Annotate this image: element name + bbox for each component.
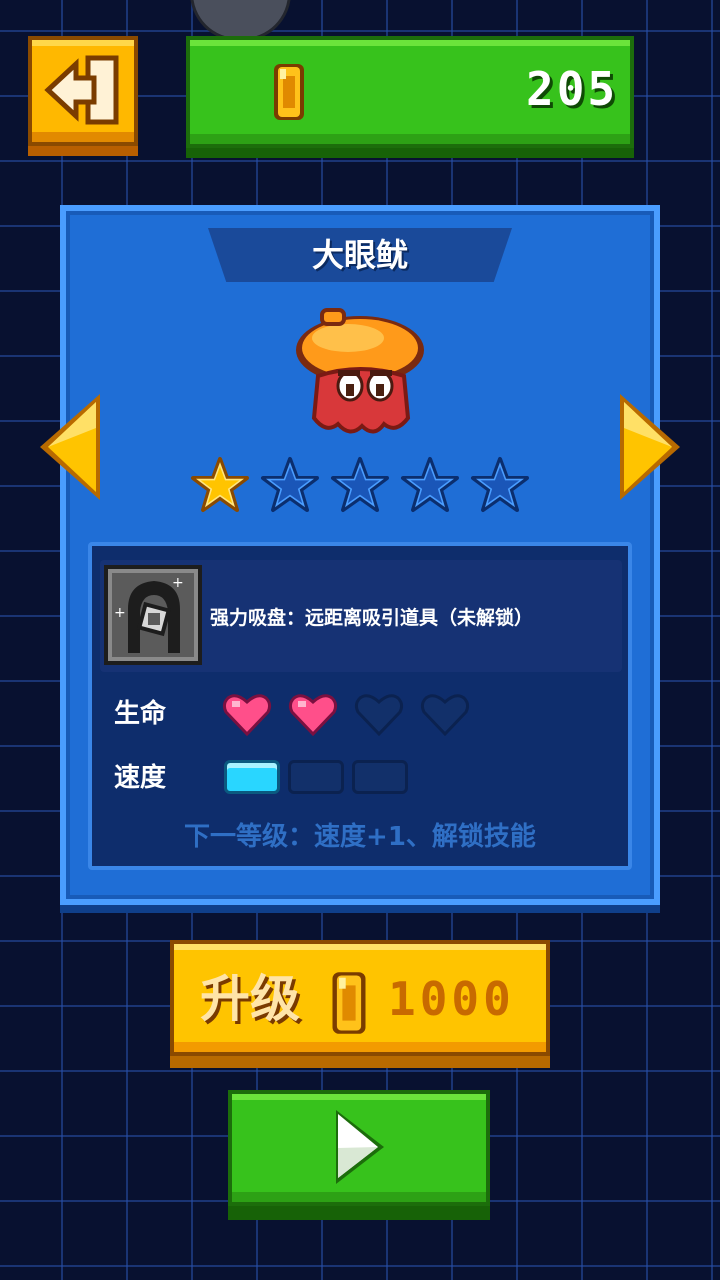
heart-empty-icon xyxy=(354,694,404,736)
speed-bars xyxy=(224,760,408,794)
speed-bar-empty xyxy=(352,760,408,794)
skill-description: 强力吸盘：远距离吸引道具（未解锁） xyxy=(210,607,534,629)
star-filled-icon xyxy=(191,457,249,512)
heart-filled-icon xyxy=(288,694,338,736)
life-hearts xyxy=(222,692,470,736)
star-empty-icon xyxy=(331,457,389,512)
upgrade-label: 升级 xyxy=(200,970,300,1028)
svg-text:+: + xyxy=(114,605,126,621)
upgrade-cost: 1000 xyxy=(388,972,515,1026)
chevron-left-icon[interactable] xyxy=(38,392,102,502)
speed-label: 速度 xyxy=(114,763,167,793)
back-button[interactable] xyxy=(28,36,138,156)
squid-character-sprite xyxy=(296,308,424,434)
avatar-peek xyxy=(190,0,291,41)
suction-cup-icon: + + xyxy=(114,575,184,653)
play-button[interactable] xyxy=(228,1090,490,1220)
heart-empty-icon xyxy=(420,694,470,736)
coin-count: 205 xyxy=(526,62,619,116)
star-empty-icon xyxy=(261,457,319,512)
heart-filled-icon xyxy=(222,694,272,736)
coin-balance-bar: 205 xyxy=(186,36,634,158)
next-level-info: 下一等级：速度+1、解锁技能 xyxy=(184,822,536,852)
star-empty-icon xyxy=(471,457,529,512)
chevron-right-icon[interactable] xyxy=(618,392,682,502)
coin-icon xyxy=(274,64,304,120)
upgrade-button[interactable]: 升级 1000 xyxy=(170,940,550,1068)
life-label: 生命 xyxy=(114,699,167,729)
character-name: 大眼鱿 xyxy=(311,236,408,274)
speed-bar-filled xyxy=(224,760,280,794)
play-icon xyxy=(336,1110,384,1184)
skill-icon-frame[interactable]: + + xyxy=(104,565,202,665)
svg-text:+: + xyxy=(172,575,184,591)
star-empty-icon xyxy=(401,457,459,512)
speed-bar-empty xyxy=(288,760,344,794)
coin-icon xyxy=(332,972,366,1034)
exit-door-icon xyxy=(44,55,119,125)
star-rating xyxy=(190,456,530,516)
